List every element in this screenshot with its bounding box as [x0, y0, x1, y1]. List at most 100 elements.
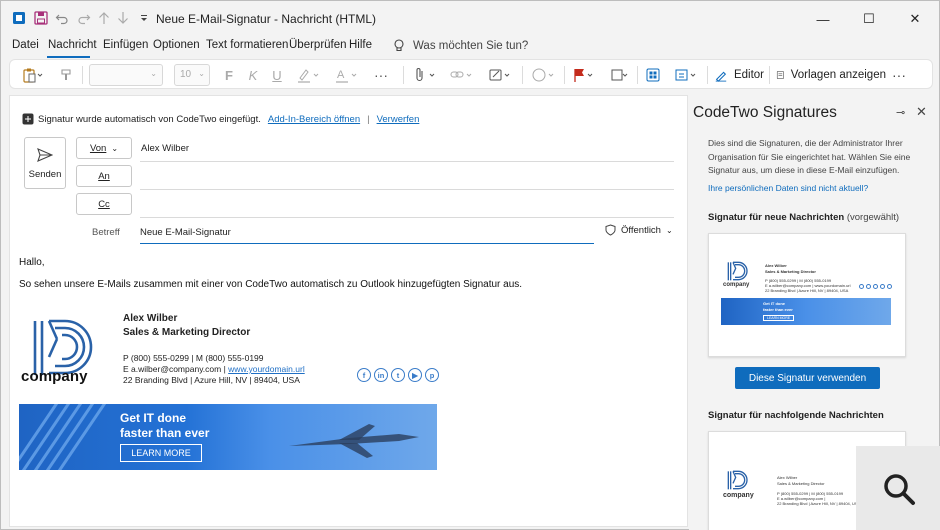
minimize-button[interactable]: —	[801, 5, 845, 33]
linkedin-icon[interactable]: in	[374, 368, 388, 382]
sensitivity-dropdown[interactable]: Öffentlich ⌄	[605, 224, 673, 236]
company-logo-icon	[727, 470, 748, 490]
section-new-messages: Signatur für neue Nachrichten (vorgewähl…	[708, 212, 900, 223]
banner-stripes	[19, 404, 107, 470]
codetwo-icon	[22, 113, 34, 125]
dictate-icon[interactable]	[528, 64, 560, 86]
menu-nachricht[interactable]: Nachricht	[48, 39, 97, 51]
attach-file-icon[interactable]	[412, 64, 442, 86]
sensitivity-label: Öffentlich	[621, 224, 661, 236]
twitter-icon[interactable]: t	[391, 368, 405, 382]
undo-icon[interactable]	[54, 10, 70, 26]
use-signature-button[interactable]: Diese Signatur verwenden	[735, 367, 880, 389]
banner-line2: faster than ever	[120, 426, 210, 440]
zoom-magnifier[interactable]	[856, 446, 940, 530]
active-tab-indicator	[47, 56, 90, 58]
close-button[interactable]: ✕	[893, 5, 937, 33]
menu-text-formatieren[interactable]: Text formatieren	[206, 39, 288, 51]
cc-button[interactable]: Cc	[76, 193, 132, 215]
chevron-down-icon: ⌄	[665, 225, 673, 235]
tell-me-label: Was möchten Sie tun?	[413, 40, 529, 52]
bold-icon[interactable]: F	[220, 64, 238, 86]
importance-icon[interactable]	[606, 64, 632, 86]
signature-title: Sales & Marketing Director	[123, 327, 251, 338]
discard-link[interactable]: Verwerfen	[377, 114, 420, 125]
highlight-icon[interactable]	[294, 64, 324, 86]
menu-einfuegen[interactable]: Einfügen	[103, 39, 148, 51]
menu-ueberpruefen[interactable]: Überprüfen	[289, 39, 347, 51]
mini-banner: Get IT done faster than ever LEARN MORE	[721, 298, 891, 325]
signature-phone: P (800) 555-0299 | M (800) 555-0199	[123, 353, 264, 363]
notice-text: Signatur wurde automatisch von CodeTwo e…	[38, 113, 261, 125]
redo-icon[interactable]	[76, 10, 92, 26]
subject-input[interactable]: Neue E-Mail-Signatur	[140, 227, 231, 238]
section-reply-messages: Signatur für nachfolgende Nachrichten	[708, 410, 884, 421]
menu-optionen[interactable]: Optionen	[153, 39, 200, 51]
link-icon[interactable]	[448, 64, 478, 86]
signature-preview-new[interactable]: company Alex Wilber Sales & Marketing Di…	[708, 233, 906, 357]
chevron-down-icon: ⌄	[111, 143, 119, 153]
title-bar: Neue E-Mail-Signatur - Nachricht (HTML) …	[1, 1, 939, 35]
body-greeting[interactable]: Hallo,	[19, 257, 45, 268]
addin-icon[interactable]	[672, 64, 702, 86]
view-templates-button[interactable]: Vorlagen anzeigen	[776, 64, 886, 86]
editor-button[interactable]: Editor	[714, 64, 764, 86]
save-icon[interactable]	[33, 10, 49, 26]
pane-title: CodeTwo Signatures	[693, 104, 837, 121]
font-name-dropdown[interactable]: ⌄	[89, 64, 163, 86]
templates-icon	[776, 70, 784, 80]
more-format-icon[interactable]: ···	[370, 64, 392, 86]
youtube-icon[interactable]: ▶	[408, 368, 422, 382]
outlook-window: Neue E-Mail-Signatur - Nachricht (HTML) …	[0, 0, 940, 530]
editor-label: Editor	[733, 69, 764, 81]
jet-image	[289, 424, 419, 458]
banner-line1: Get IT done	[120, 411, 186, 425]
more-options-icon[interactable]: ···	[888, 64, 910, 86]
flag-icon[interactable]	[570, 64, 600, 86]
close-icon[interactable]: ✕	[916, 104, 927, 120]
mini-social-icons	[859, 284, 892, 289]
ribbon-toolbar: ⌄ 10 ⌄ F K U A ··· Editor Vorlagen anzei…	[9, 59, 933, 89]
templates-label: Vorlagen anzeigen	[790, 69, 886, 81]
arrow-down-icon[interactable]	[115, 10, 131, 26]
maximize-button[interactable]: ☐	[847, 5, 891, 33]
outlook-app-icon	[11, 10, 27, 26]
open-addin-link[interactable]: Add-In-Bereich öffnen	[268, 114, 360, 125]
body-text[interactable]: So sehen unsere E-Mails zusammen mit ein…	[19, 279, 522, 290]
outdated-data-link[interactable]: Ihre persönlichen Daten sind nicht aktue…	[708, 183, 868, 193]
learn-more-button[interactable]: LEARN MORE	[120, 444, 202, 462]
from-button[interactable]: Von ⌄	[76, 137, 132, 159]
from-value: Alex Wilber	[141, 143, 190, 154]
customize-qat-icon[interactable]	[136, 10, 152, 26]
paste-icon[interactable]	[18, 64, 48, 86]
website-link[interactable]: www.yourdomain.url	[228, 364, 305, 374]
pinterest-icon[interactable]: p	[425, 368, 439, 382]
menu-datei[interactable]: Datei	[12, 39, 39, 51]
signature-banner[interactable]: Get IT done faster than ever LEARN MORE	[19, 404, 437, 470]
font-color-icon[interactable]: A	[332, 64, 362, 86]
signature-icon[interactable]	[486, 64, 516, 86]
menu-hilfe[interactable]: Hilfe	[349, 39, 372, 51]
signature-address: 22 Branding Blvd | Azure Hill, NV | 8940…	[123, 375, 300, 385]
compose-area: Signatur wurde automatisch von CodeTwo e…	[9, 95, 688, 527]
to-field[interactable]	[140, 189, 674, 190]
to-button[interactable]: An	[76, 165, 132, 187]
svg-text:A: A	[337, 69, 345, 81]
window-title: Neue E-Mail-Signatur - Nachricht (HTML)	[156, 12, 377, 26]
lightbulb-icon	[394, 39, 404, 52]
cc-field[interactable]	[140, 217, 674, 218]
format-painter-icon[interactable]	[56, 64, 78, 86]
underline-icon[interactable]: U	[268, 64, 286, 86]
send-label: Senden	[28, 168, 62, 180]
signature-name: Alex Wilber	[123, 313, 178, 324]
tell-me-search[interactable]: Was möchten Sie tun?	[393, 39, 528, 53]
apps-grid-icon[interactable]	[642, 64, 664, 86]
send-button[interactable]: Senden	[24, 137, 66, 189]
arrow-up-icon[interactable]	[96, 10, 112, 26]
font-size-dropdown[interactable]: 10 ⌄	[174, 64, 210, 86]
facebook-icon[interactable]: f	[357, 368, 371, 382]
italic-icon[interactable]: K	[244, 64, 262, 86]
pin-icon[interactable]: ⊸	[896, 106, 905, 119]
magnifier-icon	[883, 473, 915, 505]
pane-description: Dies sind die Signaturen, die der Admini…	[708, 138, 911, 175]
